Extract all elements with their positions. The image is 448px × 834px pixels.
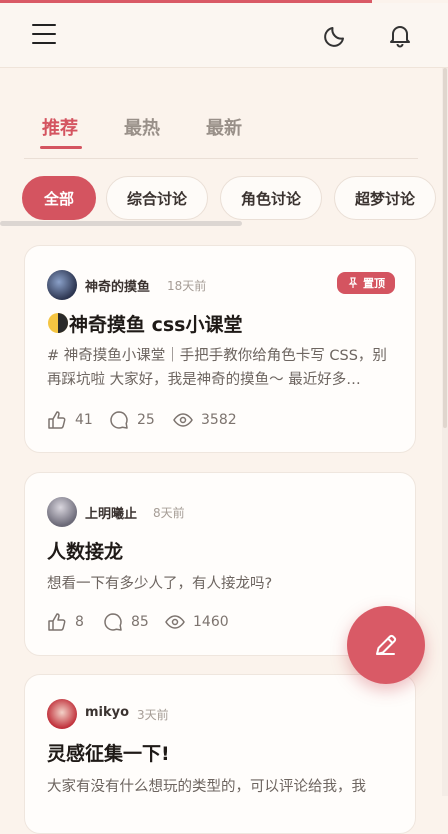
post-title[interactable]: 神奇摸鱼 css小课堂 — [47, 310, 243, 337]
page-scrollbar-thumb[interactable] — [443, 68, 447, 428]
post-excerpt: 大家有没有什么想玩的类型的，可以评论给我，我 — [47, 779, 366, 795]
like-icon — [48, 613, 66, 631]
avatar[interactable] — [47, 270, 77, 300]
moon-icon[interactable] — [322, 21, 350, 49]
post-title[interactable]: 灵感征集一下! — [47, 739, 170, 766]
view-count: 1460 — [165, 612, 229, 632]
tab-latest[interactable]: 最新 — [206, 114, 242, 140]
app-header — [0, 3, 448, 68]
pencil-icon — [376, 634, 397, 655]
post-author[interactable]: mikyo — [85, 705, 129, 720]
chips-scrollbar[interactable] — [0, 221, 242, 226]
post-card[interactable]: mikyo 3天前 灵感征集一下! 大家有没有什么想玩的类型的，可以评论给我，我 — [24, 674, 416, 834]
sort-tabs: 推荐 最热 最新 — [24, 110, 418, 159]
chip-all[interactable]: 全部 — [22, 176, 96, 220]
eye-icon — [173, 413, 193, 427]
category-chips: 全部 综合讨论 角色讨论 超梦讨论 — [0, 176, 448, 224]
tab-hottest[interactable]: 最热 — [124, 114, 160, 140]
comment-icon — [110, 411, 128, 429]
post-author[interactable]: 上明曦止 — [85, 503, 137, 522]
post-excerpt: 想看一下有多少人了，有人接龙吗? — [47, 576, 273, 592]
post-title[interactable]: 人数接龙 — [47, 537, 123, 564]
avatar[interactable] — [47, 699, 77, 729]
new-post-button[interactable] — [347, 606, 425, 684]
post-time: 8天前 — [153, 506, 185, 520]
eye-icon — [165, 615, 185, 629]
chip-dream[interactable]: 超梦讨论 — [334, 176, 436, 220]
pin-icon — [348, 277, 358, 288]
comment-count[interactable]: 85 — [103, 612, 149, 632]
comment-icon — [104, 613, 122, 631]
post-card[interactable]: 神奇的摸鱼 18天前 置顶 神奇摸鱼 css小课堂 # 神奇摸鱼小课堂｜手把手教… — [24, 245, 416, 453]
pinned-badge: 置顶 — [337, 272, 395, 294]
post-time: 18天前 — [167, 279, 207, 293]
avatar[interactable] — [47, 497, 77, 527]
comment-count[interactable]: 25 — [109, 410, 155, 430]
post-time: 3天前 — [137, 708, 169, 722]
like-count[interactable]: 8 — [47, 612, 84, 632]
bell-icon[interactable] — [386, 21, 414, 49]
chip-character[interactable]: 角色讨论 — [220, 176, 322, 220]
active-tab-indicator — [40, 146, 82, 149]
chip-general[interactable]: 综合讨论 — [106, 176, 208, 220]
tab-recommended[interactable]: 推荐 — [42, 114, 78, 140]
menu-icon[interactable] — [32, 24, 56, 46]
moon-emoji-icon — [48, 313, 68, 333]
view-count: 3582 — [173, 410, 237, 430]
post-author[interactable]: 神奇的摸鱼 — [85, 276, 150, 295]
like-icon — [48, 411, 66, 429]
like-count[interactable]: 41 — [47, 410, 93, 430]
post-excerpt: # 神奇摸鱼小课堂｜手把手教你给角色卡写 CSS，别再踩坑啦 大家好，我是神奇的… — [47, 348, 387, 388]
